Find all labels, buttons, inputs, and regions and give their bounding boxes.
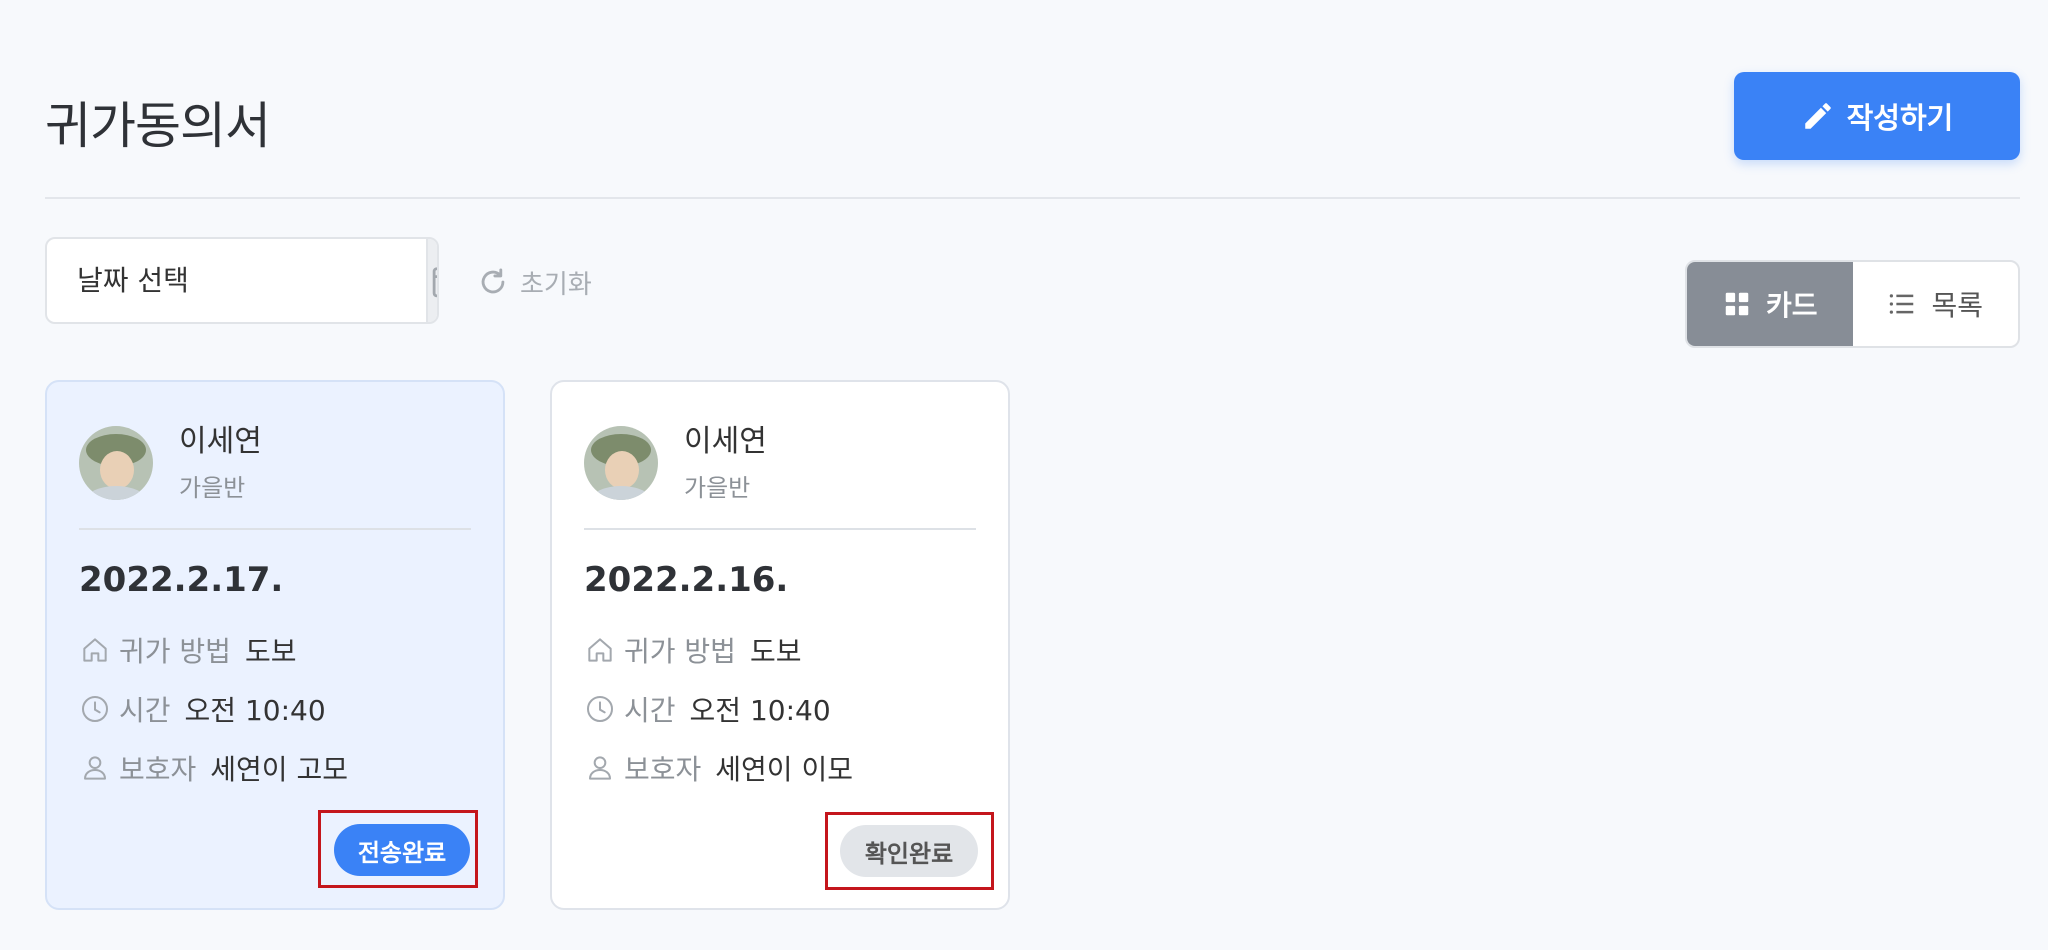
reset-label: 초기화: [520, 269, 592, 300]
home-icon: [83, 638, 107, 662]
guardian-label: 보호자: [119, 753, 197, 786]
time-label: 시간: [119, 694, 171, 727]
class-name: 가을반: [179, 474, 246, 502]
consent-card[interactable]: 이세연 가을반 2022.2.16. 귀가 방법 도보 시간 오전 10:40: [550, 380, 1010, 910]
pencil-icon: [1804, 103, 1831, 129]
guardian-value: 세연이 고모: [210, 753, 348, 786]
status-badge: 확인완료: [840, 825, 978, 877]
header-divider: [45, 197, 2020, 199]
status-badge: 전송완료: [334, 824, 470, 876]
card-header: 이세연 가을반: [584, 422, 767, 503]
home-icon: [588, 638, 612, 662]
card-header: 이세연 가을반: [79, 422, 262, 503]
list-view-label: 목록: [1931, 289, 1984, 322]
clock-icon: [587, 696, 613, 722]
page-title: 귀가동의서: [45, 97, 271, 155]
card-view-label: 카드: [1765, 289, 1818, 322]
grid-icon: [1725, 292, 1749, 316]
card-date: 2022.2.16.: [584, 560, 789, 600]
time-value: 오전 10:40: [184, 694, 326, 727]
guardian-row: 보호자 세연이 고모: [79, 748, 348, 788]
guardian-value: 세연이 이모: [715, 753, 853, 786]
method-value: 도보: [244, 635, 297, 668]
method-value: 도보: [749, 635, 802, 668]
avatar: [584, 425, 658, 500]
time-value: 오전 10:40: [689, 694, 831, 727]
consent-card[interactable]: 이세연 가을반 2022.2.17. 귀가 방법 도보 시간 오전 10:40: [45, 380, 505, 910]
method-label: 귀가 방법: [119, 635, 231, 668]
method-label: 귀가 방법: [624, 635, 736, 668]
method-row: 귀가 방법 도보: [584, 630, 801, 670]
guardian-label: 보호자: [624, 753, 702, 786]
user-icon: [84, 756, 106, 780]
list-icon: [1890, 294, 1914, 314]
write-button-label: 작성하기: [1846, 103, 1954, 135]
list-view-button[interactable]: 목록: [1853, 262, 2019, 346]
user-icon: [589, 756, 611, 780]
time-row: 시간 오전 10:40: [79, 689, 326, 729]
card-date: 2022.2.17.: [79, 560, 284, 600]
avatar: [79, 425, 153, 500]
time-row: 시간 오전 10:40: [584, 689, 831, 729]
child-name: 이세연: [179, 424, 262, 459]
refresh-icon: [481, 268, 505, 294]
date-picker: [45, 237, 439, 324]
time-label: 시간: [624, 694, 676, 727]
class-name: 가을반: [684, 474, 751, 502]
child-name: 이세연: [684, 424, 767, 459]
calendar-button[interactable]: [426, 239, 437, 322]
card-view-button[interactable]: 카드: [1687, 262, 1853, 346]
write-button[interactable]: 작성하기: [1734, 72, 2020, 160]
clock-icon: [82, 696, 108, 722]
view-toggle: 카드 목록: [1685, 260, 2020, 348]
guardian-row: 보호자 세연이 이모: [584, 748, 853, 788]
card-divider: [79, 528, 471, 530]
reset-button[interactable]: 초기화: [476, 260, 592, 304]
method-row: 귀가 방법 도보: [79, 630, 296, 670]
consent-form-page: 귀가동의서 작성하기 초기화: [0, 0, 2048, 950]
card-divider: [584, 528, 976, 530]
calendar-icon: [432, 266, 437, 297]
date-input[interactable]: [47, 239, 426, 322]
